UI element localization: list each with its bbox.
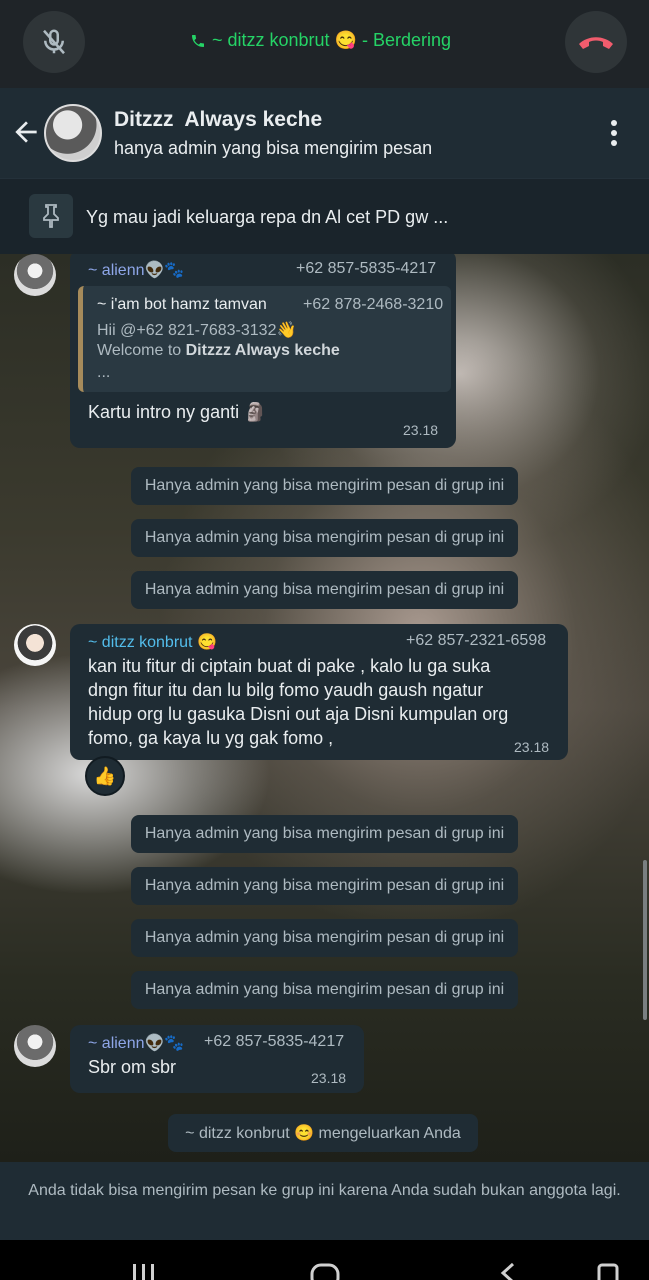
pinned-message-text: Yg mau jadi keluarga repa dn Al cet PD g… bbox=[86, 207, 449, 227]
message-line: kan itu fitur di ciptain buat di pake , … bbox=[88, 656, 491, 676]
message-bubble[interactable]: ~ alienn👽🐾 +62 857-5835-4217 Sbr om sbr … bbox=[70, 1025, 364, 1093]
back-nav-icon[interactable] bbox=[497, 1262, 517, 1280]
system-message: Hanya admin yang bisa mengirim pesan di … bbox=[131, 467, 518, 505]
quoted-phone: +62 878-2468-3210 bbox=[303, 296, 444, 313]
message-text: Sbr om sbr bbox=[88, 1057, 177, 1077]
system-message: Hanya admin yang bisa mengirim pesan di … bbox=[131, 519, 518, 557]
system-message: Hanya admin yang bisa mengirim pesan di … bbox=[131, 971, 518, 1009]
phone-icon bbox=[192, 34, 204, 47]
group-subtitle[interactable]: hanya admin yang bisa mengirim pesan bbox=[114, 138, 432, 159]
system-nav-bar bbox=[0, 1240, 649, 1280]
system-message: Hanya admin yang bisa mengirim pesan di … bbox=[131, 919, 518, 957]
pin-icon bbox=[43, 204, 59, 228]
message-phone: +62 857-5835-4217 bbox=[204, 1033, 345, 1050]
mute-button[interactable] bbox=[23, 11, 85, 73]
message-line: hidup org lu gasuka Disni out aja Disni … bbox=[88, 704, 509, 724]
pinned-message-bar[interactable]: Yg mau jadi keluarga repa dn Al cet PD g… bbox=[0, 178, 649, 254]
quoted-line-2-prefix: Welcome to bbox=[97, 342, 186, 359]
avatar[interactable] bbox=[14, 1025, 56, 1067]
message-line: fomo, ga kaya lu yg gak fomo , bbox=[88, 728, 334, 748]
avatar[interactable] bbox=[14, 254, 56, 296]
message-sender[interactable]: ~ ditzz konbrut 😋 bbox=[88, 632, 217, 652]
message-sender[interactable]: ~ alienn👽🐾 bbox=[88, 260, 184, 280]
removed-notice: ~ ditzz konbrut 😊 mengeluarkan Anda bbox=[168, 1114, 478, 1152]
system-message: Hanya admin yang bisa mengirim pesan di … bbox=[131, 815, 518, 853]
quoted-line-3: ... bbox=[97, 364, 111, 381]
message-time: 23.18 bbox=[514, 739, 550, 755]
call-status-text: ~ ditzz konbrut 😋 - Berdering bbox=[212, 30, 452, 50]
reaction-badge[interactable]: 👍 bbox=[85, 756, 125, 796]
message-sender[interactable]: ~ alienn👽🐾 bbox=[88, 1033, 184, 1053]
quoted-line-1: Hii @+62 821-7683-3132👋 bbox=[97, 322, 297, 339]
group-avatar[interactable] bbox=[44, 104, 102, 162]
message-bubble[interactable]: ~ alienn👽🐾 +62 857-5835-4217 ~ i'am bot … bbox=[70, 254, 456, 448]
avatar[interactable] bbox=[14, 624, 56, 666]
back-arrow-icon[interactable] bbox=[10, 116, 42, 148]
message-line: dngn fitur itu dan lu bilg fomo yaudh ga… bbox=[88, 680, 484, 700]
home-icon[interactable] bbox=[310, 1262, 340, 1280]
system-message: Hanya admin yang bisa mengirim pesan di … bbox=[131, 867, 518, 905]
scrollbar[interactable] bbox=[643, 860, 647, 1020]
message-time: 23.18 bbox=[311, 1070, 347, 1086]
message-bubble[interactable]: ~ ditzz konbrut 😋 +62 857-2321-6598 kan … bbox=[70, 624, 568, 760]
quoted-sender: ~ i'am bot hamz tamvan bbox=[97, 296, 267, 313]
message-time: 23.18 bbox=[403, 422, 439, 438]
end-call-icon bbox=[579, 37, 613, 49]
more-vert-icon[interactable] bbox=[606, 118, 622, 148]
recents-icon[interactable] bbox=[130, 1262, 158, 1280]
group-name[interactable]: Ditzzz Always keche bbox=[114, 108, 322, 132]
quoted-line-2: Welcome to Ditzzz Always keche bbox=[97, 342, 340, 360]
call-status[interactable]: ~ ditzz konbrut 😋 - Berdering bbox=[190, 30, 451, 51]
footer-text: Anda tidak bisa mengirim pesan ke grup i… bbox=[28, 1182, 621, 1199]
chat-area[interactable]: ~ alienn👽🐾 +62 857-5835-4217 ~ i'am bot … bbox=[0, 254, 649, 1162]
chat-header: Ditzzz Always keche hanya admin yang bis… bbox=[0, 88, 649, 178]
square-icon[interactable] bbox=[596, 1262, 620, 1280]
message-text: Kartu intro ny ganti 🗿 bbox=[88, 402, 267, 422]
quoted-line-2-bold: Ditzzz Always keche bbox=[185, 342, 340, 359]
quoted-message[interactable]: ~ i'am bot hamz tamvan +62 878-2468-3210… bbox=[78, 286, 451, 392]
pin-badge bbox=[29, 194, 73, 238]
message-phone: +62 857-5835-4217 bbox=[296, 260, 437, 277]
cannot-send-footer: Anda tidak bisa mengirim pesan ke grup i… bbox=[0, 1162, 649, 1240]
system-message: Hanya admin yang bisa mengirim pesan di … bbox=[131, 571, 518, 609]
message-phone: +62 857-2321-6598 bbox=[406, 632, 547, 649]
end-call-button[interactable] bbox=[565, 11, 627, 73]
mic-off-icon bbox=[43, 29, 65, 55]
ongoing-call-bar[interactable]: ~ ditzz konbrut 😋 - Berdering bbox=[0, 0, 649, 88]
